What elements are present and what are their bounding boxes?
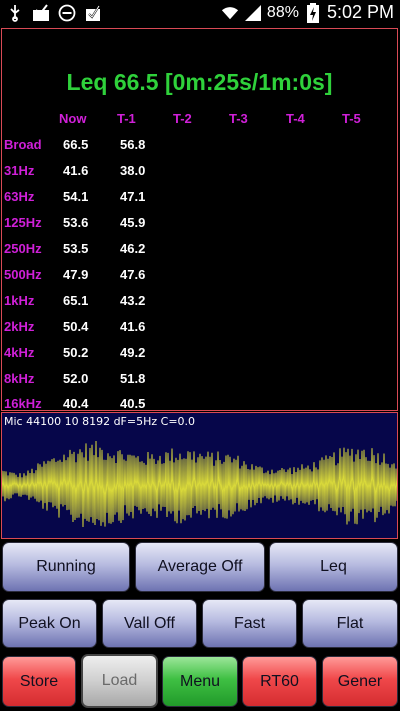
level-t1: 49.2 [120, 345, 146, 360]
column-header-t1: T-1 [117, 111, 136, 126]
do-not-disturb-icon [58, 4, 76, 22]
level-t1: 41.6 [120, 319, 146, 334]
mic-settings-label: Mic 44100 10 8192 dF=5Hz C=0.0 [4, 415, 196, 428]
column-header-t2: T-2 [173, 111, 192, 126]
band-label-31hz: 31Hz [4, 163, 35, 178]
waveform-plot [2, 440, 397, 528]
notification-icons [6, 4, 102, 22]
column-header-t5: T-5 [342, 111, 361, 126]
band-label-125hz: 125Hz [4, 215, 42, 230]
level-now: 50.2 [63, 345, 89, 360]
level-t1: 43.2 [120, 293, 146, 308]
level-now: 53.6 [63, 215, 89, 230]
usb-icon [6, 4, 24, 22]
gener-button[interactable]: Gener [322, 656, 398, 707]
mail-check-icon [32, 4, 50, 22]
band-label-4khz: 4kHz [4, 345, 35, 360]
battery-percent: 88% [266, 3, 299, 21]
band-label-8khz: 8kHz [4, 371, 35, 386]
band-label-16khz: 16kHz [4, 396, 42, 411]
clipboard-check-icon [84, 4, 102, 22]
average-off-button[interactable]: Average Off [135, 542, 265, 592]
band-label-63hz: 63Hz [4, 189, 35, 204]
level-t1: 46.2 [120, 241, 146, 256]
level-now: 52.0 [63, 371, 89, 386]
vall-off-button[interactable]: Vall Off [102, 599, 197, 648]
store-button[interactable]: Store [2, 656, 76, 707]
fast-button[interactable]: Fast [202, 599, 297, 648]
level-t1: 40.5 [120, 396, 146, 411]
rt60-button[interactable]: RT60 [242, 656, 317, 707]
waveform-trace [2, 440, 397, 528]
band-label-500hz: 500Hz [4, 267, 42, 282]
flat-button[interactable]: Flat [302, 599, 398, 648]
clock: 5:02 PM [326, 2, 394, 22]
level-now: 65.1 [63, 293, 89, 308]
band-label-2khz: 2kHz [4, 319, 35, 334]
level-t1: 51.8 [120, 371, 146, 386]
leq-button[interactable]: Leq [269, 542, 398, 592]
status-bar: 88% 5:02 PM [0, 0, 400, 27]
level-now: 41.6 [63, 163, 89, 178]
waveform-panel: Mic 44100 10 8192 dF=5Hz C=0.0 [1, 412, 398, 539]
load-button[interactable]: Load [81, 654, 158, 708]
menu-button[interactable]: Menu [162, 656, 238, 707]
wifi-icon [221, 4, 239, 22]
level-t1: 45.9 [120, 215, 146, 230]
band-label-broad: Broad [4, 137, 42, 152]
level-now: 50.4 [63, 319, 89, 334]
level-t1: 56.8 [120, 137, 146, 152]
level-now: 53.5 [63, 241, 89, 256]
peak-on-button[interactable]: Peak On [2, 599, 97, 648]
level-t1: 47.6 [120, 267, 146, 282]
column-header-t3: T-3 [229, 111, 248, 126]
signal-icon [244, 4, 262, 22]
column-header-now: Now [59, 111, 87, 126]
level-now: 47.9 [63, 267, 89, 282]
level-now: 40.4 [63, 396, 89, 411]
level-now: 66.5 [63, 137, 89, 152]
level-panel: Leq 66.5 [0m:25s/1m:0s] Now T-1 T-2 T-3 … [1, 28, 398, 411]
band-label-1khz: 1kHz [4, 293, 35, 308]
level-t1: 38.0 [120, 163, 146, 178]
level-t1: 47.1 [120, 189, 146, 204]
level-now: 54.1 [63, 189, 89, 204]
battery-charging-icon [304, 2, 322, 23]
running-button[interactable]: Running [2, 542, 130, 592]
system-status: 88% 5:02 PM [221, 2, 394, 23]
band-label-250hz: 250Hz [4, 241, 42, 256]
leq-title: Leq 66.5 [0m:25s/1m:0s] [66, 69, 333, 95]
column-header-t4: T-4 [286, 111, 305, 126]
